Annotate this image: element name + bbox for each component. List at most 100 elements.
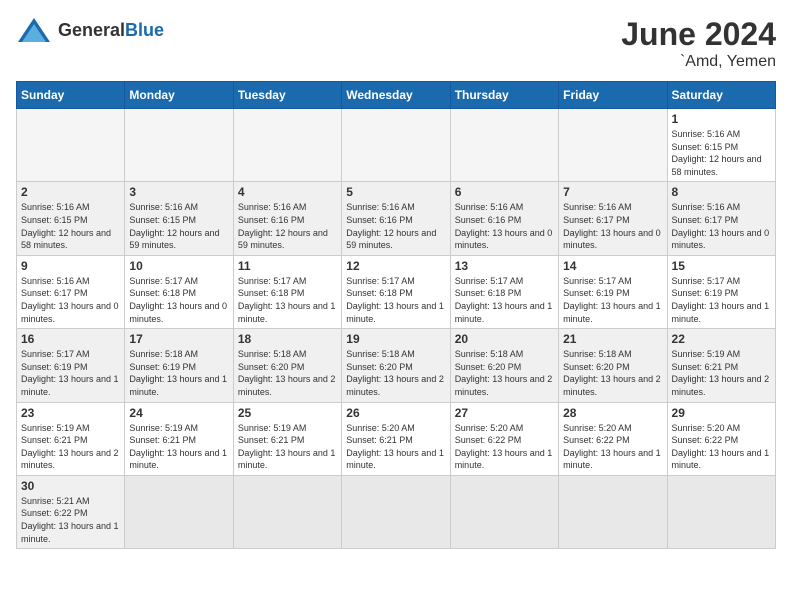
day-info: Sunrise: 5:17 AM Sunset: 6:18 PM Dayligh… [346, 275, 445, 325]
calendar-day-header: Friday [559, 82, 667, 109]
day-info: Sunrise: 5:18 AM Sunset: 6:20 PM Dayligh… [455, 348, 554, 398]
day-number: 20 [455, 332, 554, 346]
day-info: Sunrise: 5:16 AM Sunset: 6:16 PM Dayligh… [346, 201, 445, 251]
calendar-week-row: 23 Sunrise: 5:19 AM Sunset: 6:21 PM Dayli… [17, 402, 776, 475]
day-info: Sunrise: 5:18 AM Sunset: 6:20 PM Dayligh… [346, 348, 445, 398]
calendar-day-cell: 24 Sunrise: 5:19 AM Sunset: 6:21 PM Dayli… [125, 402, 233, 475]
calendar-day-cell: 10 Sunrise: 5:17 AM Sunset: 6:18 PM Dayli… [125, 255, 233, 328]
calendar-day-cell: 7 Sunrise: 5:16 AM Sunset: 6:17 PM Daylig… [559, 182, 667, 255]
day-info: Sunrise: 5:19 AM Sunset: 6:21 PM Dayligh… [238, 422, 337, 472]
calendar-day-cell: 19 Sunrise: 5:18 AM Sunset: 6:20 PM Dayli… [342, 329, 450, 402]
day-info: Sunrise: 5:20 AM Sunset: 6:21 PM Dayligh… [346, 422, 445, 472]
day-number: 4 [238, 185, 337, 199]
logo-icon [16, 16, 52, 44]
title-block: June 2024 `Amd, Yemen [621, 16, 776, 71]
calendar: SundayMondayTuesdayWednesdayThursdayFrid… [16, 81, 776, 549]
day-number: 17 [129, 332, 228, 346]
calendar-day-header: Wednesday [342, 82, 450, 109]
calendar-day-cell: 12 Sunrise: 5:17 AM Sunset: 6:18 PM Dayli… [342, 255, 450, 328]
calendar-day-cell: 16 Sunrise: 5:17 AM Sunset: 6:19 PM Dayli… [17, 329, 125, 402]
day-number: 24 [129, 406, 228, 420]
day-number: 26 [346, 406, 445, 420]
page-container: GeneralBlue June 2024 `Amd, Yemen Sunday… [16, 16, 776, 549]
day-info: Sunrise: 5:18 AM Sunset: 6:20 PM Dayligh… [563, 348, 662, 398]
calendar-day-cell: 29Sunrise: 5:20 AM Sunset: 6:22 PM Dayli… [667, 402, 775, 475]
calendar-day-header: Monday [125, 82, 233, 109]
day-number: 2 [21, 185, 120, 199]
calendar-day-cell [559, 109, 667, 182]
calendar-day-cell: 13Sunrise: 5:17 AM Sunset: 6:18 PM Dayli… [450, 255, 558, 328]
day-info: Sunrise: 5:16 AM Sunset: 6:15 PM Dayligh… [129, 201, 228, 251]
day-info: Sunrise: 5:20 AM Sunset: 6:22 PM Dayligh… [563, 422, 662, 472]
calendar-day-cell [559, 475, 667, 548]
day-number: 5 [346, 185, 445, 199]
calendar-day-header: Thursday [450, 82, 558, 109]
day-number: 30 [21, 479, 120, 493]
calendar-day-cell [233, 475, 341, 548]
day-number: 27 [455, 406, 554, 420]
day-number: 8 [672, 185, 771, 199]
day-number: 19 [346, 332, 445, 346]
calendar-day-cell: 23 Sunrise: 5:19 AM Sunset: 6:21 PM Dayli… [17, 402, 125, 475]
calendar-day-cell: 11Sunrise: 5:17 AM Sunset: 6:18 PM Dayli… [233, 255, 341, 328]
day-number: 7 [563, 185, 662, 199]
calendar-day-cell: 1Sunrise: 5:16 AM Sunset: 6:15 PM Daylig… [667, 109, 775, 182]
day-info: Sunrise: 5:19 AM Sunset: 6:21 PM Dayligh… [21, 422, 120, 472]
calendar-week-row: 2 Sunrise: 5:16 AM Sunset: 6:15 PM Daylig… [17, 182, 776, 255]
calendar-day-cell [342, 109, 450, 182]
day-info: Sunrise: 5:19 AM Sunset: 6:21 PM Dayligh… [129, 422, 228, 472]
day-info: Sunrise: 5:16 AM Sunset: 6:17 PM Dayligh… [672, 201, 771, 251]
day-info: Sunrise: 5:16 AM Sunset: 6:17 PM Dayligh… [563, 201, 662, 251]
calendar-day-cell [17, 109, 125, 182]
calendar-day-cell: 14 Sunrise: 5:17 AM Sunset: 6:19 PM Dayli… [559, 255, 667, 328]
day-number: 10 [129, 259, 228, 273]
day-number: 18 [238, 332, 337, 346]
calendar-day-cell: 28 Sunrise: 5:20 AM Sunset: 6:22 PM Dayli… [559, 402, 667, 475]
calendar-day-cell [450, 109, 558, 182]
day-number: 6 [455, 185, 554, 199]
calendar-day-cell: 25 Sunrise: 5:19 AM Sunset: 6:21 PM Dayli… [233, 402, 341, 475]
day-info: Sunrise: 5:18 AM Sunset: 6:20 PM Dayligh… [238, 348, 337, 398]
day-info: Sunrise: 5:17 AM Sunset: 6:18 PM Dayligh… [129, 275, 228, 325]
day-info: Sunrise: 5:16 AM Sunset: 6:15 PM Dayligh… [21, 201, 120, 251]
day-number: 21 [563, 332, 662, 346]
calendar-day-cell [125, 475, 233, 548]
calendar-day-cell: 6 Sunrise: 5:16 AM Sunset: 6:16 PM Daylig… [450, 182, 558, 255]
day-info: Sunrise: 5:16 AM Sunset: 6:16 PM Dayligh… [455, 201, 554, 251]
calendar-day-cell: 22 Sunrise: 5:19 AM Sunset: 6:21 PM Dayli… [667, 329, 775, 402]
day-number: 16 [21, 332, 120, 346]
day-number: 13 [455, 259, 554, 273]
calendar-day-cell: 9Sunrise: 5:16 AM Sunset: 6:17 PM Daylig… [17, 255, 125, 328]
day-number: 25 [238, 406, 337, 420]
logo-text: GeneralBlue [58, 20, 164, 41]
day-info: Sunrise: 5:17 AM Sunset: 6:19 PM Dayligh… [563, 275, 662, 325]
day-number: 29 [672, 406, 771, 420]
calendar-day-cell [450, 475, 558, 548]
calendar-day-cell: 17Sunrise: 5:18 AM Sunset: 6:19 PM Dayli… [125, 329, 233, 402]
day-info: Sunrise: 5:16 AM Sunset: 6:17 PM Dayligh… [21, 275, 120, 325]
day-info: Sunrise: 5:20 AM Sunset: 6:22 PM Dayligh… [455, 422, 554, 472]
day-number: 23 [21, 406, 120, 420]
day-number: 3 [129, 185, 228, 199]
day-info: Sunrise: 5:17 AM Sunset: 6:19 PM Dayligh… [672, 275, 771, 325]
calendar-day-cell: 5 Sunrise: 5:16 AM Sunset: 6:16 PM Daylig… [342, 182, 450, 255]
day-info: Sunrise: 5:21 AM Sunset: 6:22 PM Dayligh… [21, 495, 120, 545]
calendar-day-cell [125, 109, 233, 182]
day-info: Sunrise: 5:19 AM Sunset: 6:21 PM Dayligh… [672, 348, 771, 398]
day-info: Sunrise: 5:17 AM Sunset: 6:19 PM Dayligh… [21, 348, 120, 398]
header: GeneralBlue June 2024 `Amd, Yemen [16, 16, 776, 71]
day-number: 28 [563, 406, 662, 420]
calendar-day-cell: 27 Sunrise: 5:20 AM Sunset: 6:22 PM Dayli… [450, 402, 558, 475]
calendar-day-cell: 18 Sunrise: 5:18 AM Sunset: 6:20 PM Dayli… [233, 329, 341, 402]
day-number: 12 [346, 259, 445, 273]
day-number: 22 [672, 332, 771, 346]
calendar-day-header: Saturday [667, 82, 775, 109]
calendar-day-header: Sunday [17, 82, 125, 109]
calendar-header-row: SundayMondayTuesdayWednesdayThursdayFrid… [17, 82, 776, 109]
calendar-day-cell: 20 Sunrise: 5:18 AM Sunset: 6:20 PM Dayli… [450, 329, 558, 402]
day-number: 14 [563, 259, 662, 273]
calendar-week-row: 30 Sunrise: 5:21 AM Sunset: 6:22 PM Dayli… [17, 475, 776, 548]
calendar-day-cell: 21 Sunrise: 5:18 AM Sunset: 6:20 PM Dayli… [559, 329, 667, 402]
logo: GeneralBlue [16, 16, 164, 44]
calendar-day-cell: 15Sunrise: 5:17 AM Sunset: 6:19 PM Dayli… [667, 255, 775, 328]
